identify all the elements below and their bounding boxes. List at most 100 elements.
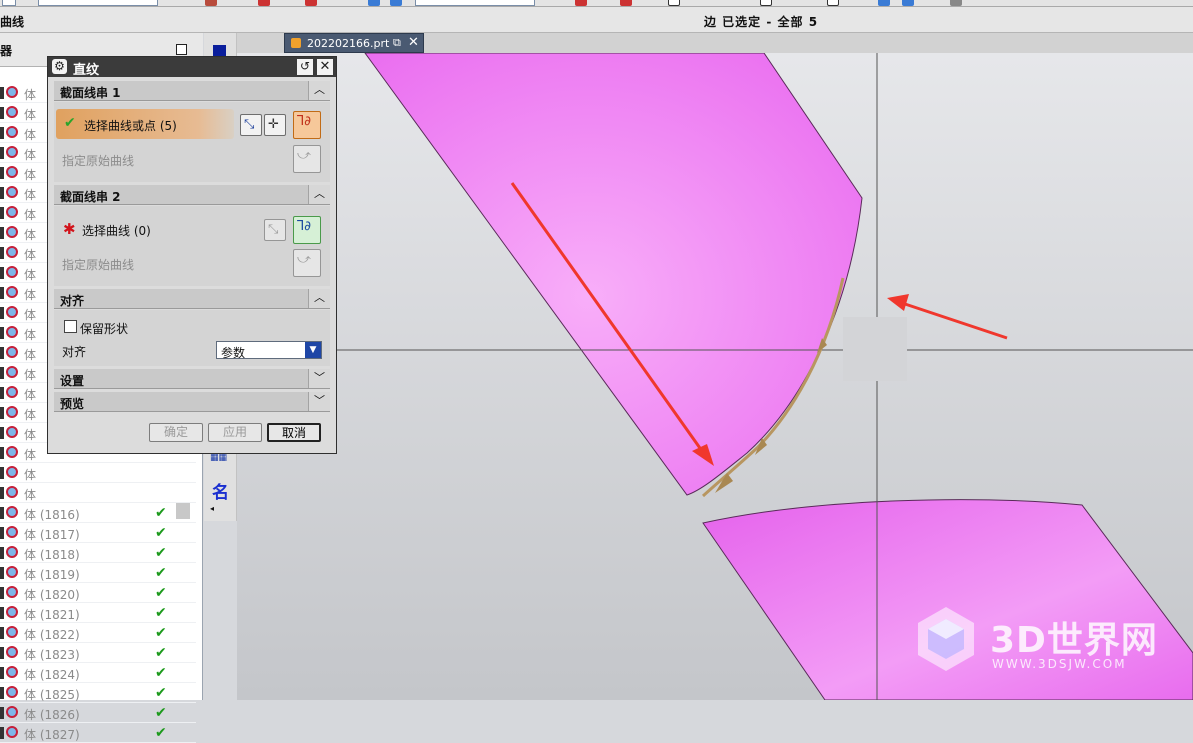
close-icon[interactable]: ✕ — [317, 59, 333, 75]
toolbar-tool-icon[interactable] — [575, 0, 587, 6]
body-feature-icon — [0, 666, 20, 680]
expand-icon[interactable]: ﹀ — [308, 392, 330, 411]
visibility-check-icon[interactable]: ✔ — [155, 505, 167, 521]
visibility-check-icon[interactable]: ✔ — [155, 705, 167, 721]
watermark-brand: 3D世界网 — [990, 620, 1158, 661]
visibility-check-icon[interactable]: ✔ — [155, 545, 167, 561]
dialog-titlebar[interactable]: ⚙ 直纹 ↺ ✕ — [48, 57, 336, 78]
collapse-icon[interactable]: ︿ — [308, 81, 330, 100]
visibility-check-icon[interactable]: ✔ — [155, 725, 167, 741]
specify-origin-curve-button-1[interactable]: ⤻ — [293, 145, 321, 173]
toolbar-tool-icon[interactable] — [205, 0, 217, 6]
feature-name: 体 — [24, 208, 37, 222]
visibility-check-icon[interactable]: ✔ — [155, 685, 167, 701]
list-item[interactable]: 体 (1825) ✔ — [0, 683, 196, 703]
list-item[interactable]: 体 (1816) ✔ — [0, 503, 196, 523]
apply-button[interactable]: 应用 — [208, 423, 262, 442]
toolbar-tool-icon[interactable] — [258, 0, 270, 6]
point-dialog-button[interactable]: ✛ — [264, 114, 286, 136]
section2-header[interactable]: 截面线串 2 ︿ — [54, 185, 330, 205]
part-file-icon — [291, 38, 301, 48]
feature-name: 体 — [24, 308, 37, 322]
visibility-check-icon[interactable]: ✔ — [155, 625, 167, 641]
curve-rule-combo[interactable] — [415, 0, 535, 6]
list-item[interactable]: 体 — [0, 483, 196, 503]
visibility-check-icon[interactable]: ✔ — [155, 565, 167, 581]
feature-name: 体 — [24, 428, 37, 442]
toolbar-tool-icon[interactable] — [305, 0, 317, 6]
main-toolbar — [0, 0, 1193, 7]
alignment-method-select[interactable]: 参数 ▼ — [216, 341, 322, 360]
list-item[interactable]: 体 (1822) ✔ — [0, 623, 196, 643]
body-feature-icon — [0, 86, 20, 100]
cancel-button[interactable]: 取消 — [267, 423, 321, 442]
toolbar-tool-icon[interactable] — [668, 0, 680, 6]
navigator-maximize-icon[interactable] — [176, 44, 187, 55]
list-item[interactable]: 体 (1824) ✔ — [0, 663, 196, 683]
reset-icon[interactable]: ↺ — [297, 59, 313, 75]
toolbar-tool-icon[interactable] — [902, 0, 914, 6]
file-tab-label: 202202166.prt — [307, 37, 390, 50]
list-item[interactable]: 体 (1826) ✔ — [0, 703, 196, 723]
curve-select-button-2[interactable]: Ꞁ∂ — [293, 216, 321, 244]
watermark-logo-icon — [918, 607, 974, 671]
selection-status: 边 已选定 - 全部 5 — [704, 15, 819, 29]
file-tab[interactable]: 202202166.prt ⧉ ✕ — [284, 33, 424, 53]
list-item[interactable]: 体 (1817) ✔ — [0, 523, 196, 543]
curve-rule-label: 曲线 — [0, 15, 25, 29]
specify-origin-curve-button-2[interactable]: ⤻ — [293, 249, 321, 277]
feature-name: 体 — [24, 88, 37, 102]
toolbar-tool-icon[interactable] — [760, 0, 772, 6]
toolbar-combo-left[interactable] — [2, 0, 16, 6]
ruled-dialog: ⚙ 直纹 ↺ ✕ 截面线串 1 ︿ ✔ 选择曲线或点 (5) ⤡ ✛ Ꞁ∂ 指定… — [47, 56, 337, 454]
toolbar-tool-icon[interactable] — [620, 0, 632, 6]
visibility-check-icon[interactable]: ✔ — [155, 605, 167, 621]
list-item[interactable]: 体 (1827) ✔ — [0, 723, 196, 743]
reverse-direction-button-2[interactable]: ⤡ — [264, 219, 286, 241]
list-item[interactable]: 体 (1821) ✔ — [0, 603, 196, 623]
status-row: 曲线 边 已选定 - 全部 5 — [0, 7, 1193, 33]
name-tab[interactable]: 名 — [212, 478, 229, 503]
visibility-check-icon[interactable]: ✔ — [155, 645, 167, 661]
gear-icon[interactable]: ⚙ — [52, 59, 67, 74]
navigator-scrollbar[interactable] — [176, 503, 190, 519]
list-item[interactable]: 体 (1820) ✔ — [0, 583, 196, 603]
visibility-check-icon[interactable]: ✔ — [155, 665, 167, 681]
list-item[interactable]: 体 (1819) ✔ — [0, 563, 196, 583]
toolbar-tool-icon[interactable] — [827, 0, 839, 6]
reverse-direction-button[interactable]: ⤡ — [240, 114, 262, 136]
toolbar-tool-icon[interactable] — [878, 0, 890, 6]
expand-icon[interactable]: ﹀ — [308, 369, 330, 388]
body-feature-icon — [0, 446, 20, 460]
collapse-icon[interactable]: ︿ — [308, 185, 330, 204]
toolbar-tool-icon[interactable] — [390, 0, 402, 6]
visibility-check-icon[interactable]: ✔ — [155, 525, 167, 541]
settings-header[interactable]: 设置 ﹀ — [54, 369, 330, 389]
body-feature-icon — [0, 226, 20, 240]
list-item[interactable]: 体 — [0, 463, 196, 483]
curve-select-button[interactable]: Ꞁ∂ — [293, 111, 321, 139]
collapse-left-icon[interactable]: ◂ — [210, 504, 214, 513]
feature-name: 体 — [24, 148, 37, 162]
work-part-filter-combo[interactable] — [38, 0, 158, 6]
chevron-down-icon[interactable]: ▼ — [305, 342, 321, 358]
section2-label: 截面线串 2 — [60, 190, 121, 204]
body-feature-icon — [0, 686, 20, 700]
preserve-shape-checkbox[interactable] — [64, 320, 77, 333]
watermark-url: WWW.3DSJW.COM — [992, 657, 1127, 671]
list-item[interactable]: 体 (1818) ✔ — [0, 543, 196, 563]
ok-button[interactable]: 确定 — [149, 423, 203, 442]
collapse-icon[interactable]: ︿ — [308, 289, 330, 308]
close-tab-icon[interactable]: ✕ — [408, 35, 419, 50]
body-feature-icon — [0, 266, 20, 280]
toolbar-tool-icon[interactable] — [950, 0, 962, 6]
visibility-check-icon[interactable]: ✔ — [155, 585, 167, 601]
alignment-header[interactable]: 对齐 ︿ — [54, 289, 330, 309]
select-curve-or-point-row[interactable]: ✔ 选择曲线或点 (5) — [56, 109, 234, 139]
preview-header[interactable]: 预览 ﹀ — [54, 392, 330, 412]
assembly-nav-icon[interactable]: ▦▦ — [210, 453, 232, 463]
toolbar-tool-icon[interactable] — [368, 0, 380, 6]
body-feature-icon — [0, 486, 20, 500]
list-item[interactable]: 体 (1823) ✔ — [0, 643, 196, 663]
section1-header[interactable]: 截面线串 1 ︿ — [54, 81, 330, 101]
